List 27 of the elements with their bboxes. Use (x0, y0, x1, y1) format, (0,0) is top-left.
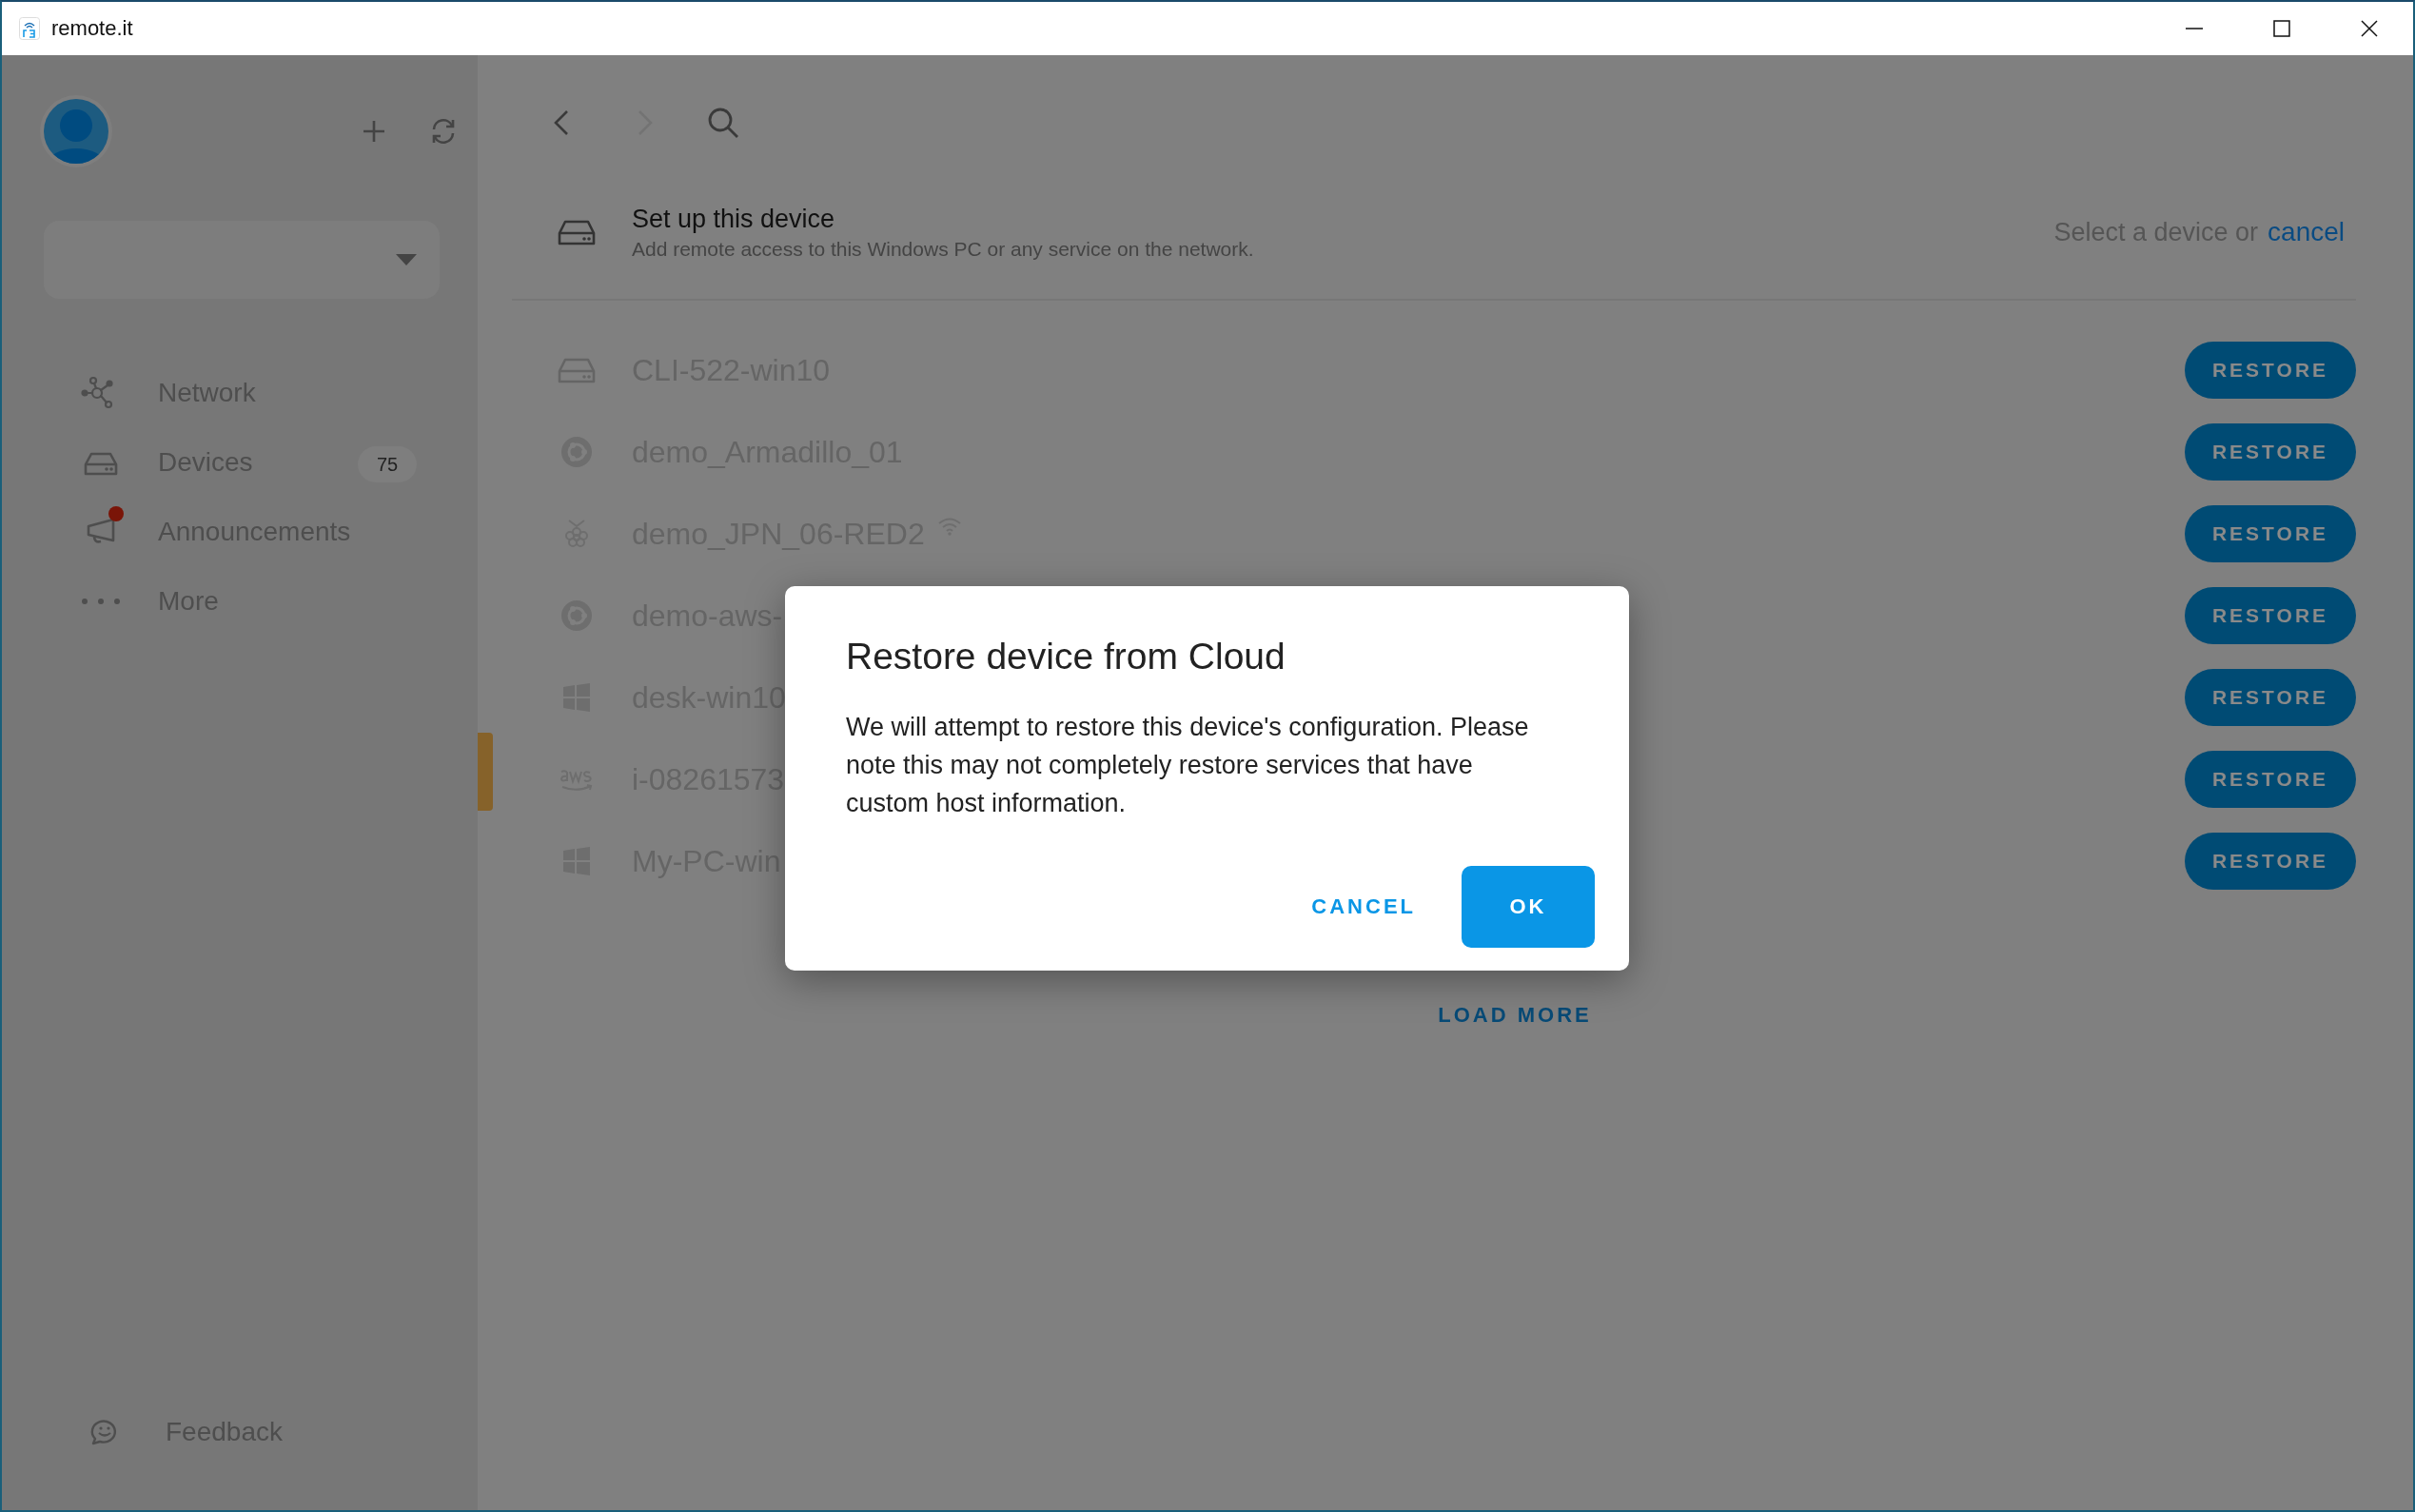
cancel-link[interactable]: cancel (2268, 217, 2345, 247)
app-logo-icon (19, 17, 40, 40)
restore-button[interactable]: RESTORE (2185, 669, 2356, 726)
load-more-button[interactable]: LOAD MORE (1432, 997, 1598, 1033)
restore-button[interactable]: RESTORE (2185, 833, 2356, 890)
ok-button[interactable]: OK (1462, 866, 1595, 948)
restore-button[interactable]: RESTORE (2185, 423, 2356, 481)
avatar-icon[interactable] (40, 95, 112, 167)
restore-button[interactable]: RESTORE (2185, 342, 2356, 399)
search-icon[interactable] (706, 106, 740, 140)
dialog-message: We will attempt to restore this device's configuration. Please note this may not completely restore services that have custom host information. (846, 712, 1530, 819)
add-icon[interactable] (362, 119, 386, 144)
restore-button[interactable]: RESTORE (2185, 505, 2356, 562)
drive-icon (558, 218, 596, 246)
dialog-title: Restore device from Cloud (846, 636, 1286, 677)
window-title: remote.it (51, 16, 133, 41)
cancel-button[interactable]: CANCEL (1296, 881, 1431, 933)
resize-handle[interactable] (478, 733, 493, 811)
restore-button[interactable]: RESTORE (2185, 587, 2356, 644)
minimize-icon (2184, 28, 2205, 29)
count-badge: 75 (358, 446, 417, 482)
caret-icon (396, 254, 417, 265)
maximize-icon (2271, 18, 2292, 39)
setup-description: Add remote access to this Windows PC or any service on the network. (632, 237, 1254, 261)
close-icon (2359, 18, 2380, 39)
setup-title: Set up this device (632, 204, 836, 234)
restore-button[interactable]: RESTORE (2185, 751, 2356, 808)
